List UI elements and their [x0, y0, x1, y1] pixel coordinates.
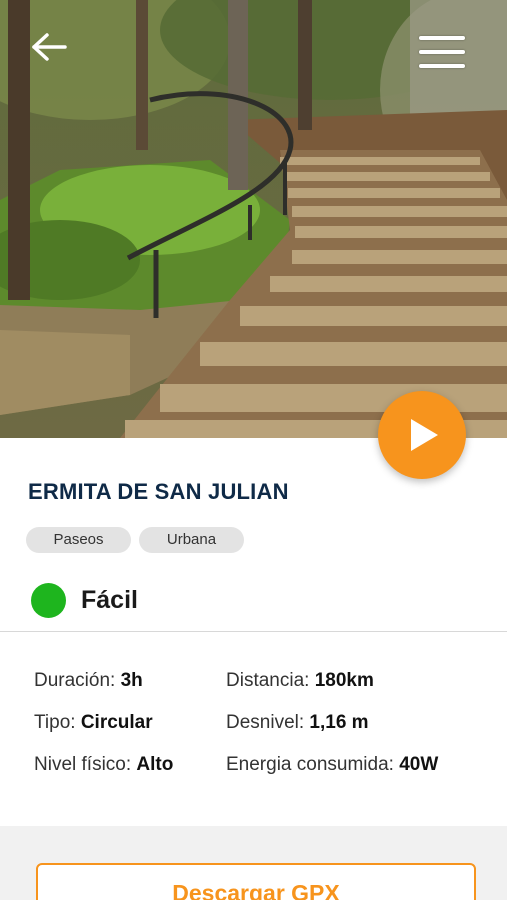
play-button[interactable] [378, 391, 466, 479]
route-tags: Paseos Urbana [26, 527, 244, 553]
stat-label: Energia consumida: [226, 754, 400, 775]
stat-label: Duración: [34, 670, 121, 691]
stat-value: Alto [136, 754, 174, 775]
footer-bar: Descargar GPX [0, 826, 507, 900]
play-icon [411, 419, 438, 451]
stat-label: Distancia: [226, 670, 315, 691]
back-button[interactable] [26, 24, 72, 70]
stat-value: 180km [314, 670, 374, 691]
stat-type: Tipo: Circular [34, 712, 153, 734]
stat-duration: Duración: 3h [34, 670, 143, 692]
stat-energy: Energia consumida: 40W [226, 754, 438, 776]
stat-value: 3h [120, 670, 143, 691]
stat-elevation: Desnivel: 1,16 m [226, 712, 369, 734]
arrow-left-icon [32, 33, 67, 61]
tag-chip[interactable]: Urbana [139, 527, 244, 553]
stat-label: Desnivel: [226, 712, 310, 733]
hamburger-line [419, 64, 465, 68]
difficulty-dot [31, 583, 66, 618]
difficulty-indicator: Fácil [31, 583, 138, 618]
difficulty-label: Fácil [81, 586, 138, 614]
route-title: ERMITA DE SAN JULIAN [28, 479, 289, 504]
tag-chip[interactable]: Paseos [26, 527, 131, 553]
download-gpx-button[interactable]: Descargar GPX [36, 863, 476, 900]
stat-fitness: Nivel físico: Alto [34, 754, 173, 776]
stat-label: Tipo: [34, 712, 81, 733]
stat-value: 40W [399, 754, 439, 775]
stat-value: 1,16 m [309, 712, 369, 733]
stat-distance: Distancia: 180km [226, 670, 374, 692]
menu-button[interactable] [414, 28, 470, 72]
stat-value: Circular [80, 712, 153, 733]
stat-label: Nivel físico: [34, 754, 137, 775]
hamburger-menu-icon [419, 36, 465, 40]
hero-image [0, 0, 507, 438]
hamburger-line [419, 50, 465, 54]
divider [0, 631, 507, 632]
